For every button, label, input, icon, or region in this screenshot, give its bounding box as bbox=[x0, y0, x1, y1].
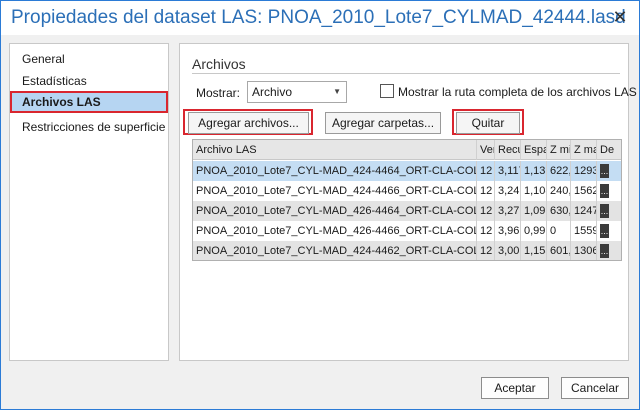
cell-recuento: 3,117 bbox=[495, 161, 521, 181]
cell-file: PNOA_2010_Lote7_CYL-MAD_426-4464_ORT-CLA… bbox=[193, 201, 477, 221]
section-title: Archivos bbox=[192, 56, 246, 72]
dialog-window: Propiedades del dataset LAS: PNOA_2010_L… bbox=[0, 0, 640, 410]
cell-z-min: 240, bbox=[547, 181, 571, 201]
table-row[interactable]: PNOA_2010_Lote7_CYL-MAD_424-4466_ORT-CLA… bbox=[193, 181, 621, 201]
cell-z-max: 1562 bbox=[571, 181, 597, 201]
content-panel: Archivos Mostrar: Archivo ▼ Mostrar la r… bbox=[179, 43, 637, 361]
mostrar-label: Mostrar: bbox=[196, 86, 241, 100]
details-button[interactable]: ... bbox=[600, 184, 609, 198]
col-recuento[interactable]: Recu bbox=[495, 140, 521, 160]
details-button[interactable]: ... bbox=[600, 224, 609, 238]
accept-button[interactable]: Aceptar bbox=[481, 377, 549, 399]
details-button[interactable]: ... bbox=[600, 164, 609, 178]
sidebar-nav: General Estadísticas Archivos LAS Restri… bbox=[9, 43, 169, 361]
cell-z-max: 1247 bbox=[571, 201, 597, 221]
section-divider bbox=[192, 73, 620, 74]
cell-recuento: 3,27 bbox=[495, 201, 521, 221]
cell-ver: 12 bbox=[477, 161, 495, 181]
table-row[interactable]: PNOA_2010_Lote7_CYL-MAD_424-4462_ORT-CLA… bbox=[193, 241, 621, 260]
cell-z-min: 622, bbox=[547, 161, 571, 181]
remove-button[interactable]: Quitar bbox=[456, 112, 520, 134]
cell-espaciado: 1,153 bbox=[521, 241, 547, 260]
show-full-path-label: Mostrar la ruta completa de los archivos… bbox=[398, 85, 637, 99]
cell-z-min: 601, bbox=[547, 241, 571, 260]
cell-z-min: 630, bbox=[547, 201, 571, 221]
table-row[interactable]: PNOA_2010_Lote7_CYL-MAD_424-4464_ORT-CLA… bbox=[193, 161, 621, 181]
sidebar-item-archivos-las[interactable]: Archivos LAS bbox=[10, 91, 168, 113]
col-archivo-las[interactable]: Archivo LAS bbox=[193, 140, 477, 160]
details-button[interactable]: ... bbox=[600, 244, 609, 258]
table-row[interactable]: PNOA_2010_Lote7_CYL-MAD_426-4464_ORT-CLA… bbox=[193, 201, 621, 221]
cell-z-min: 0 bbox=[547, 221, 571, 241]
cell-file: PNOA_2010_Lote7_CYL-MAD_424-4466_ORT-CLA… bbox=[193, 181, 477, 201]
sidebar-item-general[interactable]: General bbox=[10, 48, 168, 70]
details-button[interactable]: ... bbox=[600, 204, 609, 218]
chevron-down-icon: ▼ bbox=[333, 87, 341, 96]
cell-z-max: 1559 bbox=[571, 221, 597, 241]
col-espaciado[interactable]: Espa bbox=[521, 140, 547, 160]
table-header: Archivo LAS Ver Recu Espa Z mi Z ma De bbox=[193, 140, 621, 160]
cell-recuento: 3,00 bbox=[495, 241, 521, 260]
cell-espaciado: 1,13 bbox=[521, 161, 547, 181]
cancel-button[interactable]: Cancelar bbox=[561, 377, 629, 399]
cell-espaciado: 1,09 bbox=[521, 201, 547, 221]
cell-z-max: 1306 bbox=[571, 241, 597, 260]
cell-espaciado: 1,108 bbox=[521, 181, 547, 201]
cell-ver: 12 bbox=[477, 181, 495, 201]
cell-file: PNOA_2010_Lote7_CYL-MAD_426-4466_ORT-CLA… bbox=[193, 221, 477, 241]
cell-z-max: 1293 bbox=[571, 161, 597, 181]
cell-file: PNOA_2010_Lote7_CYL-MAD_424-4464_ORT-CLA… bbox=[193, 161, 477, 181]
sidebar-item-estadisticas[interactable]: Estadísticas bbox=[10, 70, 168, 92]
add-files-button[interactable]: Agregar archivos... bbox=[188, 112, 309, 134]
window-title: Propiedades del dataset LAS: PNOA_2010_L… bbox=[11, 7, 626, 28]
col-ver[interactable]: Ver bbox=[477, 140, 495, 160]
cell-espaciado: 0,99 bbox=[521, 221, 547, 241]
cell-recuento: 3,96 bbox=[495, 221, 521, 241]
cell-ver: 12 bbox=[477, 221, 495, 241]
cell-recuento: 3,24 bbox=[495, 181, 521, 201]
col-detalles[interactable]: De bbox=[597, 140, 621, 160]
mostrar-select-value: Archivo bbox=[252, 85, 293, 99]
title-bar: Propiedades del dataset LAS: PNOA_2010_L… bbox=[1, 1, 639, 35]
add-folders-button[interactable]: Agregar carpetas... bbox=[325, 112, 441, 134]
las-files-table: Archivo LAS Ver Recu Espa Z mi Z ma De P… bbox=[192, 139, 622, 261]
show-full-path-checkbox[interactable] bbox=[380, 84, 394, 98]
cell-ver: 12 bbox=[477, 201, 495, 221]
cell-file: PNOA_2010_Lote7_CYL-MAD_424-4462_ORT-CLA… bbox=[193, 241, 477, 260]
col-z-min[interactable]: Z mi bbox=[547, 140, 571, 160]
sidebar-item-restricciones[interactable]: Restricciones de superficie bbox=[10, 116, 168, 138]
col-z-max[interactable]: Z ma bbox=[571, 140, 597, 160]
close-icon[interactable]: ✕ bbox=[609, 6, 631, 28]
table-row[interactable]: PNOA_2010_Lote7_CYL-MAD_426-4466_ORT-CLA… bbox=[193, 221, 621, 241]
mostrar-select[interactable]: Archivo ▼ bbox=[247, 81, 347, 103]
cell-ver: 12 bbox=[477, 241, 495, 260]
